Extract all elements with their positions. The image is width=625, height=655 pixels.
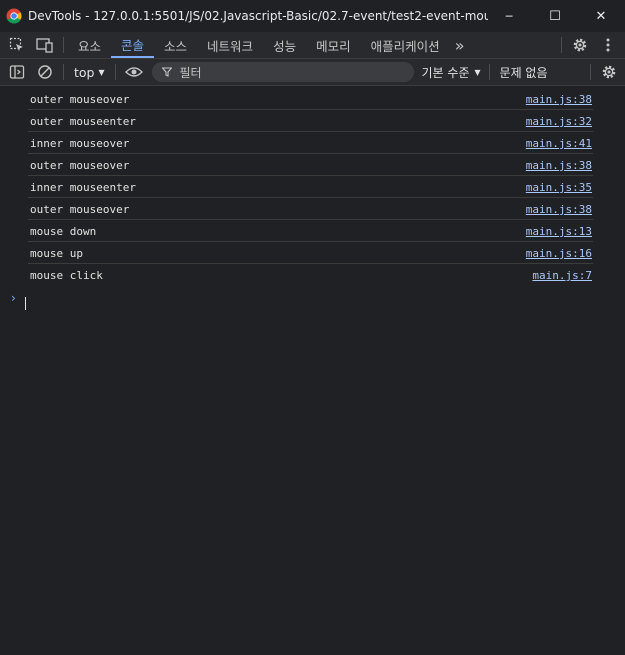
settings-button[interactable]: [566, 32, 594, 58]
toolbar-divider: [63, 64, 64, 80]
console-message-row: outer mouseover main.js:38: [28, 198, 593, 220]
console-message-row: mouse up main.js:16: [28, 242, 593, 264]
context-label: top: [74, 64, 95, 80]
settings-icon: [573, 38, 587, 52]
source-link[interactable]: main.js:16: [526, 247, 592, 260]
clear-console-icon: [38, 65, 52, 79]
source-link[interactable]: main.js:13: [526, 225, 592, 238]
chevron-double-right-icon: »: [454, 35, 465, 55]
log-message: inner mouseenter: [30, 181, 136, 194]
maximize-icon: ☐: [549, 8, 561, 24]
toolbar-divider: [63, 37, 64, 53]
log-message: outer mouseenter: [30, 115, 136, 128]
filter-icon: [161, 67, 172, 77]
inspect-element-icon: [9, 37, 23, 51]
toolbar-divider: [488, 64, 490, 80]
tab-console[interactable]: 콘솔: [111, 32, 155, 58]
source-link[interactable]: main.js:35: [526, 181, 592, 194]
console-message-row: inner mouseenter main.js:35: [28, 176, 593, 198]
devtools-tab-bar: 요소 콘솔 소스 네트워크 성능 메모리 애플리케이션 »: [0, 32, 625, 59]
dropdown-arrow-icon: ▾: [98, 65, 105, 79]
console-output[interactable]: outer mouseover main.js:38 outer mouseen…: [0, 86, 625, 655]
source-link[interactable]: main.js:38: [526, 159, 592, 172]
toolbar-divider: [590, 64, 591, 80]
log-message: mouse click: [30, 269, 103, 282]
log-message: inner mouseover: [30, 137, 130, 150]
tab-network[interactable]: 네트워크: [197, 32, 263, 58]
filter-placeholder: 필터: [179, 65, 202, 80]
console-toolbar: top ▾ 필터 기본 수준 ▾ 문제 없음: [0, 59, 625, 86]
console-message-row: outer mouseover main.js:38: [28, 154, 593, 176]
filter-input[interactable]: 필터: [151, 62, 414, 82]
inspect-element-button[interactable]: [3, 32, 31, 58]
tab-sources[interactable]: 소스: [154, 32, 197, 58]
context-selector[interactable]: top ▾: [68, 65, 111, 80]
window-title: DevTools - 127.0.0.1:5501/JS/02.Javascri…: [28, 9, 488, 23]
source-link[interactable]: main.js:7: [532, 269, 592, 282]
device-toolbar-button[interactable]: [31, 32, 59, 58]
console-message-row: outer mouseenter main.js:32: [28, 110, 593, 132]
minimize-button[interactable]: ─: [486, 0, 532, 32]
window-title-bar: DevTools - 127.0.0.1:5501/JS/02.Javascri…: [0, 0, 625, 32]
live-expression-button[interactable]: [120, 59, 148, 85]
close-icon: ✕: [595, 8, 607, 24]
source-link[interactable]: main.js:32: [526, 115, 592, 128]
source-link[interactable]: main.js:38: [526, 93, 592, 106]
prompt-chevron-icon: ›: [11, 291, 16, 305]
console-settings-button[interactable]: [595, 59, 623, 85]
log-message: mouse up: [30, 247, 83, 260]
log-level-label: 기본 수준: [421, 65, 470, 80]
chrome-logo-icon: [6, 8, 22, 24]
issues-counter[interactable]: 문제 없음: [500, 64, 548, 81]
log-message: outer mouseover: [30, 203, 130, 216]
issues-label: 문제 없음: [499, 65, 548, 80]
log-message: outer mouseover: [30, 159, 130, 172]
more-tabs-button[interactable]: »: [450, 32, 470, 58]
console-message-row: mouse down main.js:13: [28, 220, 593, 242]
tab-performance[interactable]: 성능: [263, 32, 306, 58]
device-toolbar-icon: [36, 38, 53, 53]
log-level-dropdown[interactable]: 기본 수준 ▾: [422, 64, 481, 81]
show-sidebar-button[interactable]: [3, 59, 31, 85]
settings-icon: [602, 65, 616, 79]
console-prompt[interactable]: ›: [0, 289, 625, 311]
close-button[interactable]: ✕: [578, 0, 624, 32]
more-options-button[interactable]: [594, 32, 622, 58]
tab-application[interactable]: 애플리케이션: [361, 32, 450, 58]
eye-icon: [124, 67, 143, 77]
console-message-row: mouse click main.js:7: [28, 264, 593, 286]
log-message: outer mouseover: [30, 93, 130, 106]
sidebar-toggle-icon: [9, 65, 25, 79]
console-message-row: inner mouseover main.js:41: [28, 132, 593, 154]
clear-console-button[interactable]: [31, 59, 59, 85]
toolbar-divider: [561, 37, 562, 53]
source-link[interactable]: main.js:38: [526, 203, 592, 216]
console-message-row: outer mouseover main.js:38: [28, 88, 593, 110]
log-message: mouse down: [30, 225, 97, 238]
toolbar-divider: [114, 64, 116, 80]
tab-memory[interactable]: 메모리: [306, 32, 361, 58]
text-caret: [25, 297, 26, 310]
dropdown-arrow-icon: ▾: [474, 65, 481, 79]
minimize-icon: ─: [505, 9, 513, 23]
more-vertical-icon: [606, 38, 610, 52]
tab-elements[interactable]: 요소: [68, 32, 111, 58]
maximize-button[interactable]: ☐: [532, 0, 578, 32]
source-link[interactable]: main.js:41: [526, 137, 592, 150]
